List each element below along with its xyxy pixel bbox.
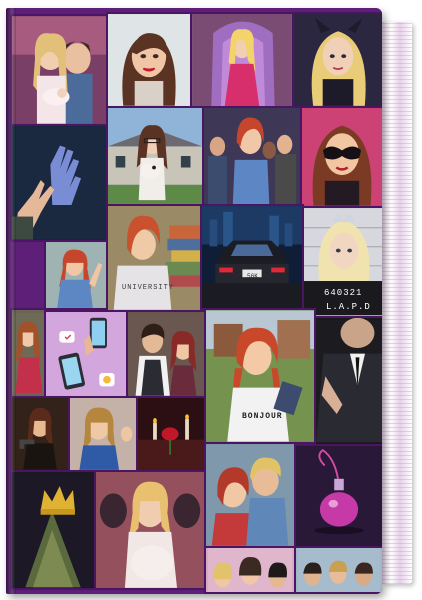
- tile-mugshot: 640321 L.A.P.D: [302, 206, 382, 318]
- tile-group-friends: [202, 106, 302, 206]
- mugshot-lapd: L.A.P.D: [326, 302, 371, 312]
- tile-woman-gun: [10, 396, 70, 472]
- group-icon: [297, 548, 381, 592]
- tile-bonjour-girl: BONJOUR: [204, 308, 316, 444]
- group-icon: [207, 548, 293, 592]
- woman-portrait-icon: [108, 14, 190, 106]
- book-spine: [6, 8, 16, 594]
- mugshot-icon: [304, 208, 382, 316]
- book-icon: [206, 310, 314, 442]
- suit-icon: [316, 318, 382, 443]
- hands-icon: [12, 126, 106, 240]
- mugshot-number: 640321: [324, 288, 363, 298]
- tile-new-parents: [10, 14, 108, 126]
- tile-reaching-hands: [10, 124, 108, 242]
- tile-pregnant-woman: [94, 470, 206, 590]
- tile-potion: [294, 444, 382, 548]
- throne-icon: [192, 14, 292, 106]
- blonde-woman-icon: [294, 14, 382, 106]
- woman-portrait-icon: [12, 313, 44, 393]
- tile-mansion-dog: [106, 106, 204, 206]
- pistol-icon: [12, 398, 68, 470]
- books-icon: [108, 206, 200, 310]
- tile-crown-money: [10, 470, 96, 590]
- university-shirt-text: UNIVERSITY: [122, 284, 175, 292]
- tile-rose-candle: [136, 396, 206, 472]
- tile-man-suit: [314, 316, 382, 446]
- license-plate-text: 56K: [247, 273, 258, 280]
- book: UNIVERSITY 56K 640321 L.A.P.D BONJOUR: [0, 0, 422, 600]
- pregnant-icon: [96, 472, 204, 588]
- couple-icon: [128, 312, 204, 396]
- tile-couple-phone: [126, 310, 206, 398]
- tile-car-night: 56K: [200, 204, 304, 310]
- tile-masked-woman: [300, 106, 382, 208]
- crown-icon: [12, 472, 94, 588]
- tile-blue-dress: [68, 396, 138, 472]
- tile-group-bottom: [204, 546, 296, 594]
- rose-icon: [138, 398, 204, 470]
- car-icon: [202, 206, 302, 308]
- tile-blond-couple: [204, 442, 296, 548]
- tile-blonde-horns: [292, 12, 382, 108]
- mansion-icon: [108, 108, 202, 204]
- phone-icon: [46, 312, 126, 396]
- book-pages: [382, 22, 412, 584]
- tile-throne-woman: [190, 12, 294, 108]
- tile-men-bottom: [294, 546, 382, 594]
- couple-with-baby-icon: [12, 16, 106, 124]
- potion-icon: [296, 446, 382, 546]
- woman-waving-icon: [46, 242, 106, 308]
- tile-phones-chat: [44, 310, 128, 398]
- group-icon: [204, 108, 300, 204]
- mask-icon: [302, 108, 382, 206]
- tile-university-student: UNIVERSITY: [106, 204, 202, 312]
- woman-portrait-icon: [70, 398, 136, 470]
- tile-woman-red-lips: [106, 12, 192, 108]
- bonjour-shirt-text: BONJOUR: [242, 412, 283, 421]
- couple-icon: [206, 444, 294, 546]
- tile-waving-redhead: [44, 240, 108, 310]
- book-cover: UNIVERSITY 56K 640321 L.A.P.D BONJOUR: [6, 8, 382, 594]
